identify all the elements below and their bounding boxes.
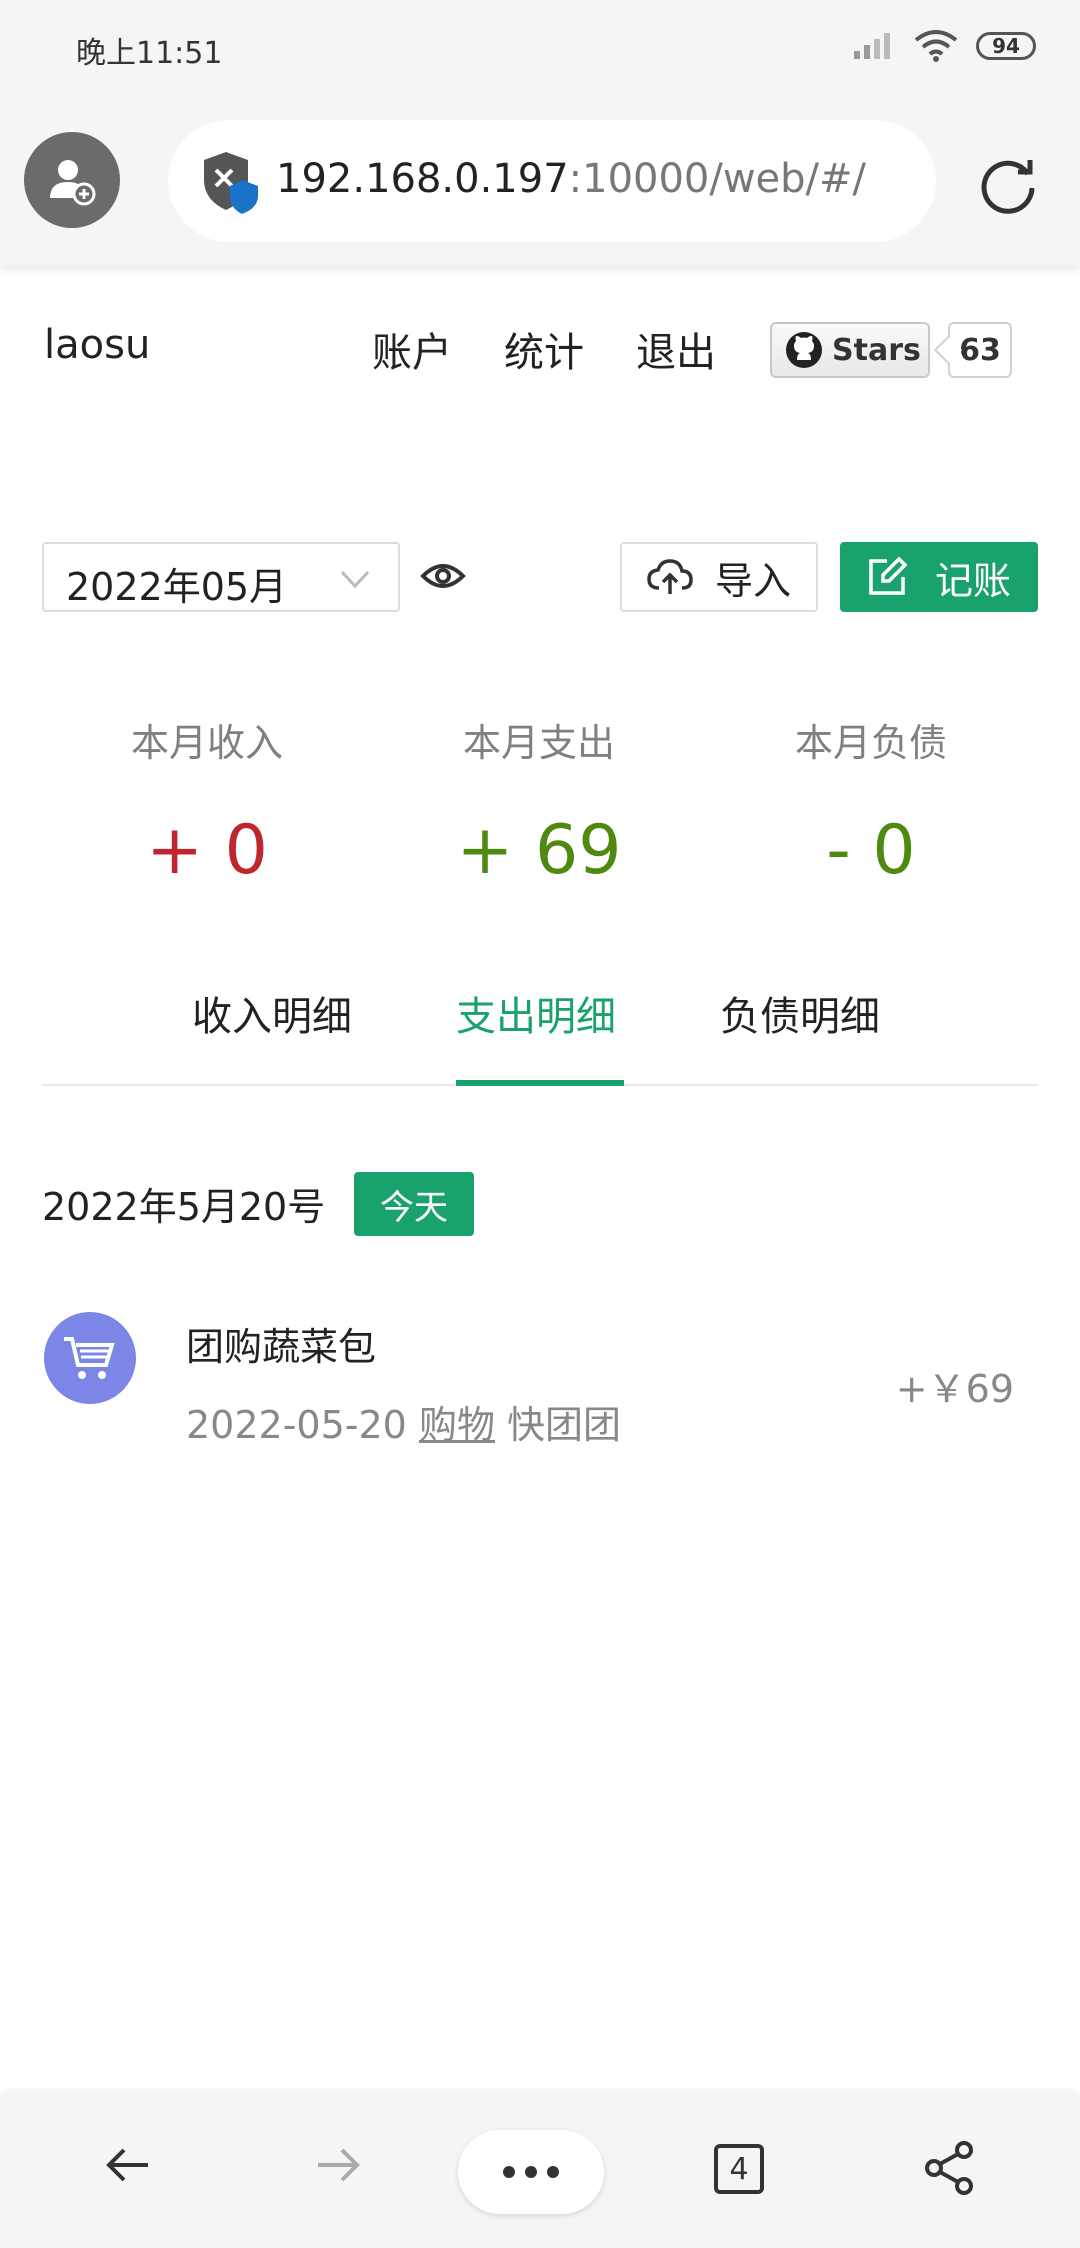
- record-button[interactable]: 记账: [840, 542, 1038, 612]
- nav-logout[interactable]: 退出: [636, 320, 716, 378]
- edit-icon: [869, 557, 907, 595]
- nav-stats[interactable]: 统计: [504, 320, 584, 378]
- active-tab-indicator: [456, 1080, 624, 1086]
- forward-arrow-icon[interactable]: [312, 2140, 362, 2190]
- record-date: 2022-05-20: [186, 1403, 407, 1447]
- tab-debt-detail[interactable]: 负债明细: [720, 984, 880, 1042]
- url-text: 192.168.0.197:10000/web/#/: [276, 156, 866, 202]
- record-label: 记账: [934, 558, 1011, 603]
- battery-indicator: 94: [976, 32, 1036, 60]
- tabs-switcher-button[interactable]: 4: [714, 2144, 764, 2194]
- address-bar[interactable]: 192.168.0.197:10000/web/#/: [168, 120, 936, 242]
- month-value: 2022年05月: [66, 565, 288, 609]
- stat-expense-value: + 69: [456, 811, 622, 890]
- stat-income: 本月收入 + 0: [42, 712, 372, 890]
- import-button[interactable]: 导入: [620, 542, 818, 612]
- stat-expense-label: 本月支出: [462, 721, 615, 765]
- more-menu-button[interactable]: [458, 2130, 604, 2214]
- record-amount: +￥69: [895, 1367, 1014, 1411]
- chevron-down-icon: [340, 570, 370, 589]
- month-picker[interactable]: 2022年05月: [42, 542, 400, 612]
- url-host: 192.168.0.197: [276, 156, 569, 202]
- category-avatar: [44, 1312, 136, 1404]
- record-category-link[interactable]: 购物: [419, 1403, 495, 1447]
- github-stars-button[interactable]: Stars: [770, 322, 930, 378]
- url-path: :10000/web/#/: [568, 156, 867, 202]
- stat-expense: 本月支出 + 69: [374, 712, 704, 890]
- record-title: 团购蔬菜包: [186, 1325, 377, 1369]
- github-stars-label: Stars: [832, 332, 921, 368]
- eye-icon[interactable]: [420, 556, 466, 596]
- back-arrow-icon[interactable]: [104, 2140, 154, 2190]
- more-dot-icon: [503, 2166, 515, 2178]
- record-meta: 2022-05-20 购物 快团团: [186, 1394, 621, 1449]
- status-time: 晚上11:51: [76, 36, 223, 71]
- status-bar: 晚上11:51 94: [0, 0, 1080, 100]
- site-name[interactable]: laosu: [44, 322, 150, 368]
- record-note: 快团团: [507, 1403, 622, 1447]
- signal-icon: [854, 33, 890, 59]
- import-label: 导入: [714, 558, 791, 603]
- stat-debt: 本月负债 - 0: [706, 712, 1036, 890]
- browser-toolbar: 192.168.0.197:10000/web/#/: [0, 100, 1080, 266]
- nav-account[interactable]: 账户: [372, 320, 452, 378]
- record-date-heading: 2022年5月20号: [42, 1185, 326, 1229]
- reload-icon[interactable]: [976, 152, 1040, 216]
- share-icon[interactable]: [924, 2140, 976, 2196]
- more-dot-icon: [547, 2166, 559, 2178]
- stat-debt-value: - 0: [826, 811, 916, 890]
- tab-expense-detail[interactable]: 支出明细: [456, 984, 616, 1042]
- browser-bottom-bar: 4: [0, 2094, 1080, 2248]
- add-profile-button[interactable]: [24, 132, 120, 228]
- stat-income-label: 本月收入: [130, 721, 283, 765]
- today-badge: 今天: [354, 1172, 474, 1236]
- stat-income-value: + 0: [146, 811, 268, 890]
- wifi-icon: [914, 30, 958, 62]
- more-dot-icon: [525, 2166, 537, 2178]
- tab-income-detail[interactable]: 收入明细: [192, 984, 352, 1042]
- cloud-upload-icon: [647, 559, 693, 594]
- github-stars-count[interactable]: 63: [948, 322, 1012, 378]
- status-icons: 94: [852, 30, 1036, 62]
- stat-debt-label: 本月负债: [794, 721, 947, 765]
- add-user-icon: [50, 160, 96, 206]
- github-icon: [786, 332, 822, 368]
- shopping-cart-icon: [64, 1337, 115, 1379]
- security-shield-icon: [204, 152, 258, 214]
